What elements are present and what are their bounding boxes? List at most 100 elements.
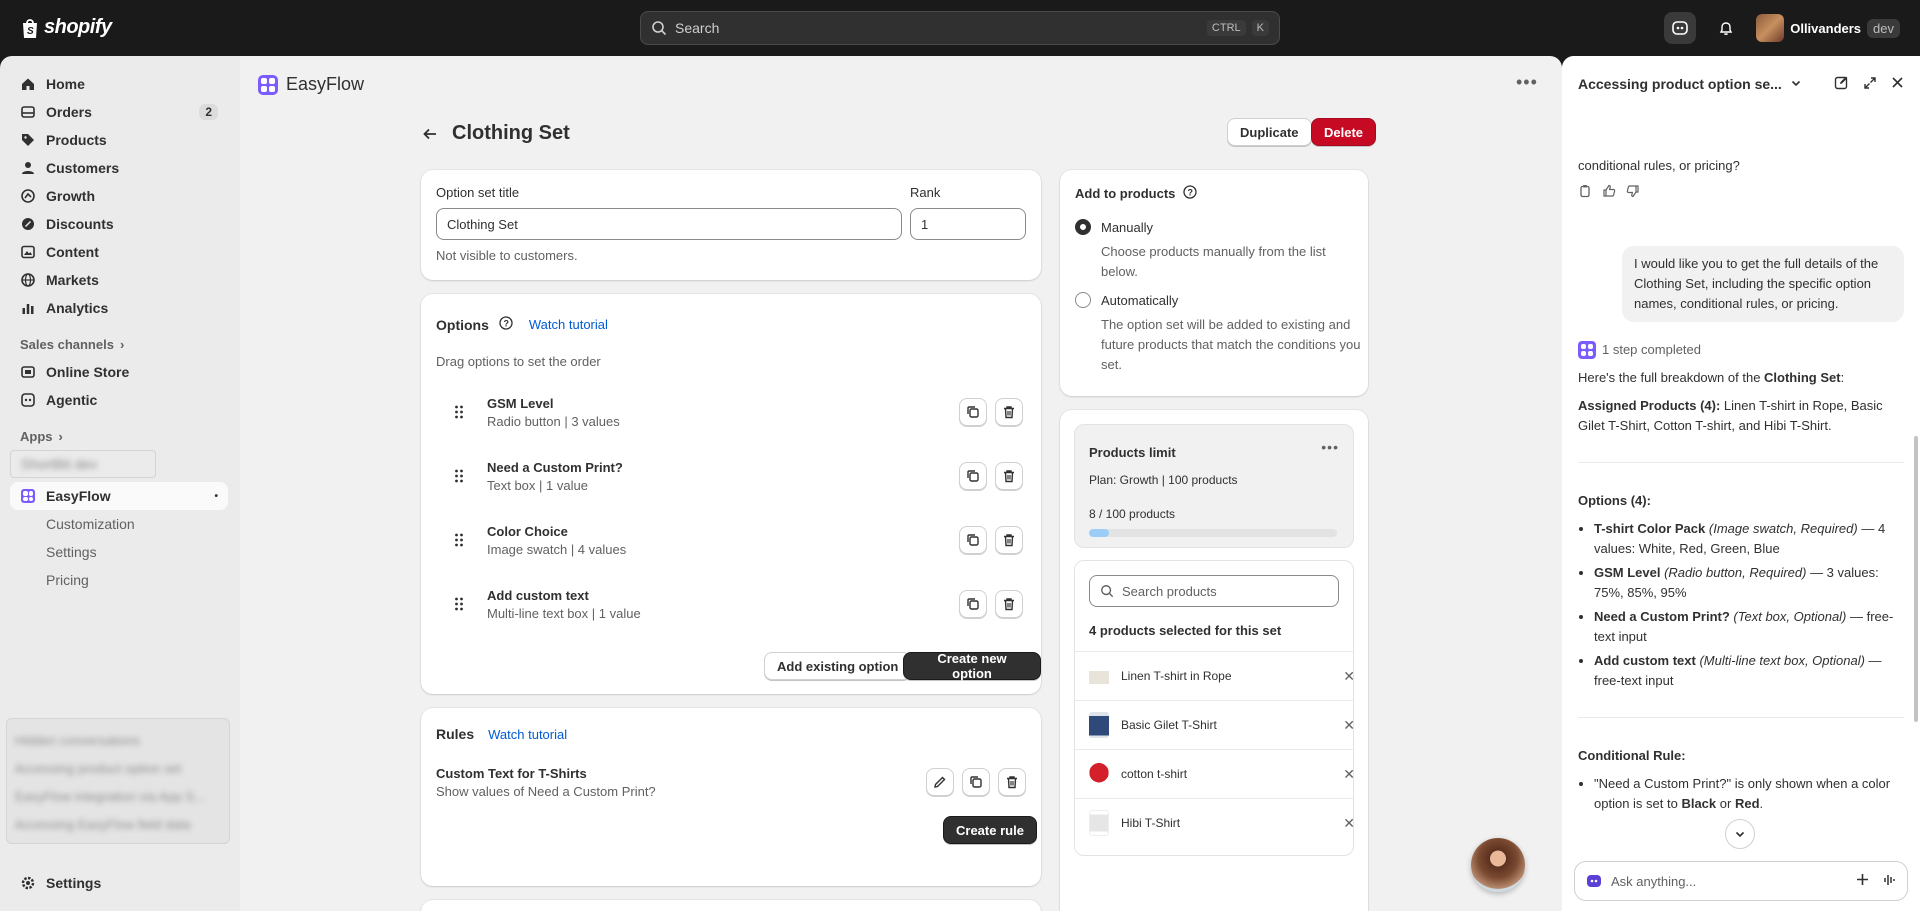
nav-discounts[interactable]: Discounts: [10, 210, 228, 238]
conversation-item[interactable]: Hidden conversations: [15, 727, 221, 755]
nav-pricing[interactable]: Pricing: [10, 566, 228, 594]
scroll-down-button[interactable]: [1725, 819, 1755, 849]
next-card-edge: [421, 900, 1041, 911]
conversation-item[interactable]: Accessing EasyFlow field data: [15, 811, 221, 839]
title-input[interactable]: Clothing Set: [436, 208, 902, 240]
store-menu[interactable]: Ollivanders dev: [1756, 14, 1900, 42]
nav-online-store[interactable]: Online Store: [10, 358, 228, 386]
nav-customization[interactable]: Customization: [10, 510, 228, 538]
create-new-option-button[interactable]: Create new option: [903, 651, 1041, 681]
chat-scrollbar[interactable]: [1914, 436, 1918, 722]
thumbs-up-icon[interactable]: [1602, 184, 1616, 204]
duplicate-option-button[interactable]: [959, 462, 987, 490]
conversation-item[interactable]: EasyFlow integration via App S...: [15, 783, 221, 811]
nav-markets[interactable]: Markets: [10, 266, 228, 294]
new-chat-icon[interactable]: [1834, 75, 1849, 93]
product-thumbnail: [1089, 810, 1109, 836]
nav-agentic[interactable]: Agentic: [10, 386, 228, 414]
sidekick-button[interactable]: [1664, 12, 1697, 44]
option-sub: Image swatch | 4 values: [487, 541, 627, 557]
edit-rule-button[interactable]: [926, 768, 954, 796]
home-icon: [20, 76, 36, 92]
remove-product-icon[interactable]: ✕: [1343, 766, 1353, 783]
nav-settings[interactable]: Settings: [10, 869, 228, 897]
nav-products[interactable]: Products: [10, 126, 228, 154]
thumbs-down-icon[interactable]: [1626, 184, 1640, 204]
help-circle-icon[interactable]: ?: [499, 316, 513, 333]
delete-option-button[interactable]: [995, 398, 1023, 426]
apps-header[interactable]: Apps ›: [10, 422, 228, 450]
drag-handle-icon[interactable]: [451, 532, 467, 548]
option-row[interactable]: Need a Custom Print? Text box | 1 value: [439, 450, 1023, 502]
expand-icon[interactable]: [1863, 76, 1877, 93]
store-icon: [20, 364, 36, 380]
nav-easyflow[interactable]: EasyFlow •: [10, 482, 228, 510]
global-search[interactable]: Search CTRL K: [640, 11, 1280, 45]
drag-handle-icon[interactable]: [451, 596, 467, 612]
manual-radio-option[interactable]: Manually: [1075, 219, 1153, 235]
voice-icon[interactable]: [1883, 873, 1897, 890]
option-row[interactable]: GSM Level Radio button | 3 values: [439, 386, 1023, 438]
plus-icon[interactable]: [1856, 873, 1869, 889]
help-circle-icon[interactable]: ?: [1183, 185, 1198, 202]
nav-blurred-app[interactable]: ShortBit dev: [10, 450, 156, 478]
option-row[interactable]: Color Choice Image swatch | 4 values: [439, 514, 1023, 566]
search-products-input[interactable]: Search products: [1089, 575, 1339, 607]
product-row[interactable]: Hibi T-Shirt ✕: [1075, 798, 1353, 847]
chat-title[interactable]: Accessing product option se...: [1578, 76, 1782, 92]
remove-product-icon[interactable]: ✕: [1343, 668, 1353, 685]
limit-more-icon[interactable]: •••: [1321, 439, 1339, 455]
conversation-item[interactable]: Accessing product option set: [15, 755, 221, 783]
nav-customers[interactable]: Customers: [10, 154, 228, 182]
back-arrow-icon[interactable]: [420, 124, 440, 144]
delete-option-button[interactable]: [995, 526, 1023, 554]
delete-option-button[interactable]: [995, 462, 1023, 490]
duplicate-option-button[interactable]: [959, 526, 987, 554]
close-icon[interactable]: [1891, 76, 1904, 92]
rule-row[interactable]: Custom Text for T-Shirts Show values of N…: [436, 762, 1026, 802]
nav-easyflow-settings[interactable]: Settings: [10, 538, 228, 566]
steps-completed[interactable]: 1 step completed: [1602, 340, 1701, 360]
nav-orders[interactable]: Orders 2: [10, 98, 228, 126]
add-existing-option-button[interactable]: Add existing option: [764, 652, 912, 680]
delete-rule-button[interactable]: [998, 768, 1026, 796]
shopify-logo[interactable]: S shopify: [20, 16, 112, 39]
rank-input[interactable]: 1: [910, 208, 1026, 240]
delete-option-button[interactable]: [995, 590, 1023, 618]
pin-dot-icon[interactable]: •: [214, 491, 218, 502]
nav-home[interactable]: Home: [10, 70, 228, 98]
product-row[interactable]: Basic Gilet T-Shirt ✕: [1075, 700, 1353, 749]
remove-product-icon[interactable]: ✕: [1343, 717, 1353, 734]
duplicate-option-button[interactable]: [959, 590, 987, 618]
chat-input[interactable]: Ask anything...: [1574, 861, 1908, 901]
manual-radio[interactable]: [1075, 219, 1091, 235]
chevron-down-icon[interactable]: [1790, 77, 1802, 92]
auto-radio[interactable]: [1075, 292, 1091, 308]
duplicate-button[interactable]: Duplicate: [1227, 118, 1312, 146]
product-row[interactable]: cotton t-shirt ✕: [1075, 749, 1353, 798]
orders-icon: [20, 104, 36, 120]
create-rule-button[interactable]: Create rule: [943, 816, 1037, 844]
auto-radio-option[interactable]: Automatically: [1075, 292, 1178, 308]
delete-button[interactable]: Delete: [1311, 118, 1377, 146]
duplicate-rule-button[interactable]: [962, 768, 990, 796]
product-row[interactable]: Linen T-shirt in Rope ✕: [1075, 651, 1353, 700]
remove-product-icon[interactable]: ✕: [1343, 815, 1353, 832]
nav-content[interactable]: Content: [10, 238, 228, 266]
rules-tutorial-link[interactable]: Watch tutorial: [488, 727, 567, 742]
floating-support-avatar[interactable]: [1471, 838, 1525, 892]
product-thumbnail: [1089, 663, 1109, 689]
nav-analytics[interactable]: Analytics: [10, 294, 228, 322]
options-card: Options ? Watch tutorial Drag options to…: [421, 294, 1041, 694]
notifications-button[interactable]: [1710, 12, 1742, 44]
copy-icon[interactable]: [1578, 184, 1592, 204]
options-tutorial-link[interactable]: Watch tutorial: [529, 317, 608, 332]
option-row[interactable]: Add custom text Multi-line text box | 1 v…: [439, 578, 1023, 630]
ai-option-item: Add custom text (Multi-line text box, Op…: [1594, 651, 1904, 691]
app-more-icon[interactable]: •••: [1516, 72, 1538, 93]
drag-handle-icon[interactable]: [451, 468, 467, 484]
nav-growth[interactable]: Growth: [10, 182, 228, 210]
sales-channels-header[interactable]: Sales channels ›: [10, 330, 228, 358]
duplicate-option-button[interactable]: [959, 398, 987, 426]
drag-handle-icon[interactable]: [451, 404, 467, 420]
